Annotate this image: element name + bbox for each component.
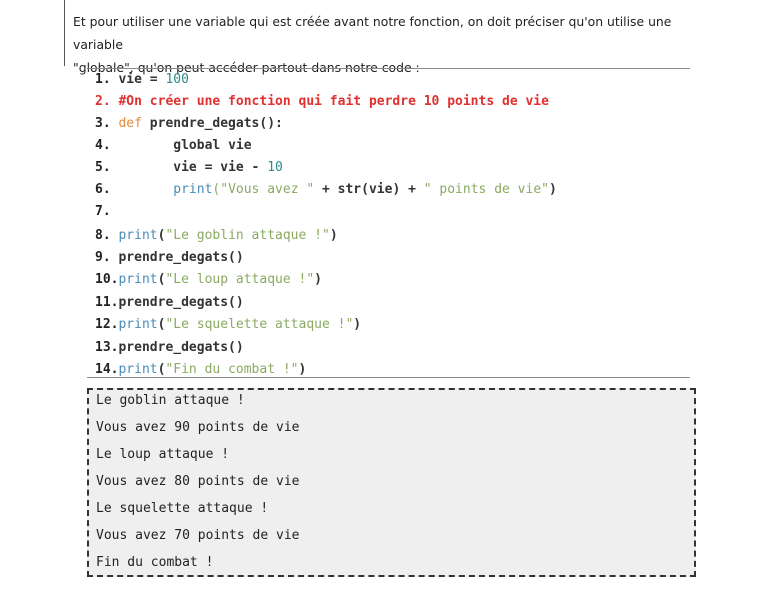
code-line-12: 12.print("Le squelette attaque !") — [95, 314, 361, 336]
builtin-function: print — [118, 272, 158, 287]
number-literal: 10 — [267, 160, 283, 175]
line-number: 6. — [95, 182, 127, 197]
intro-line-1: Et pour utiliser une variable qui est cr… — [73, 14, 672, 52]
code-line-10: 10.print("Le loup attaque !") — [95, 269, 322, 291]
output-line: Le loup attaque ! — [96, 447, 230, 462]
code-text: prendre_degats() — [118, 340, 244, 355]
code-comment: #On créer une fonction qui fait perdre 1… — [118, 94, 549, 109]
line-number: 1. — [95, 72, 119, 87]
code-line-5: 5. vie = vie - 10 — [95, 157, 283, 179]
code-line-3: 3. def prendre_degats(): — [95, 113, 283, 135]
blockquote-rule — [64, 0, 65, 66]
code-line-11: 11.prendre_degats() — [95, 292, 244, 314]
line-number: 13. — [95, 340, 119, 355]
output-line: Vous avez 70 points de vie — [96, 528, 300, 543]
line-number: 5. — [95, 160, 127, 175]
line-number: 9. — [95, 250, 119, 265]
code-text: + str(vie) + — [314, 182, 424, 197]
builtin-function: print — [118, 362, 158, 377]
code-line-2: 2. #On créer une fonction qui fait perdr… — [95, 91, 549, 113]
code-text: prendre_degats(): — [141, 116, 283, 131]
line-number: 4. — [95, 138, 127, 153]
code-block: 1. vie = 100 2. #On créer une fonction q… — [87, 68, 690, 378]
output-line: Le goblin attaque ! — [96, 393, 245, 408]
code-text: ) — [314, 272, 322, 287]
line-number: 12. — [95, 317, 119, 332]
code-text: ) — [329, 228, 338, 243]
code-line-4: 4. global vie — [95, 135, 252, 157]
output-line: Vous avez 80 points de vie — [96, 474, 300, 489]
number-literal: 100 — [165, 72, 189, 87]
code-text: ) — [548, 182, 557, 197]
builtin-function: print — [173, 182, 213, 197]
code-line-9: 9. prendre_degats() — [95, 247, 244, 269]
line-number: 14. — [95, 362, 119, 377]
code-text: prendre_degats() — [118, 250, 244, 265]
line-number: 7. — [95, 204, 111, 219]
code-line-6: 6. print("Vous avez " + str(vie) + " poi… — [95, 179, 557, 201]
code-line-8: 8. print("Le goblin attaque !") — [95, 225, 338, 247]
output-line: Le squelette attaque ! — [96, 501, 269, 516]
line-number: 10. — [95, 272, 119, 287]
code-text: vie = vie - — [173, 160, 268, 175]
line-number: 3. — [95, 116, 119, 131]
output-line: Fin du combat ! — [96, 555, 214, 570]
code-text: ) — [353, 317, 362, 332]
code-text: global vie — [173, 138, 252, 153]
line-number: 11. — [95, 295, 119, 310]
string-literal: "Fin du combat !" — [165, 362, 299, 377]
code-text: ) — [298, 362, 307, 377]
code-line-13: 13.prendre_degats() — [95, 337, 244, 359]
code-text: prendre_degats() — [118, 295, 244, 310]
code-line-14: 14.print("Fin du combat !") — [95, 359, 306, 381]
code-text: vie = — [118, 72, 166, 87]
code-line-1: 1. vie = 100 — [95, 69, 189, 91]
builtin-function: print — [118, 228, 158, 243]
string-literal: "Le loup attaque !" — [165, 272, 315, 287]
console-output: Le goblin attaque ! Vous avez 90 points … — [87, 388, 696, 577]
code-line-7: 7. — [95, 201, 111, 223]
string-literal: ("Vous avez " — [212, 182, 315, 197]
string-literal: "Le squelette attaque !" — [165, 317, 354, 332]
keyword: def — [118, 116, 142, 131]
line-number: 2. — [95, 94, 119, 109]
line-number: 8. — [95, 228, 119, 243]
builtin-function: print — [118, 317, 158, 332]
output-line: Vous avez 90 points de vie — [96, 420, 300, 435]
string-literal: "Le goblin attaque !" — [165, 228, 330, 243]
string-literal: " points de vie" — [423, 182, 549, 197]
